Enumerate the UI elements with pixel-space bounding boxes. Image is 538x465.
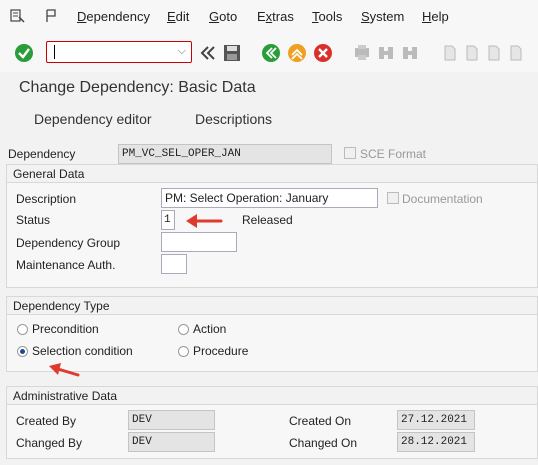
description-label: Description — [16, 192, 77, 206]
collapse-command-icon[interactable] — [198, 43, 218, 63]
precondition-radio[interactable] — [17, 324, 28, 335]
menu-dependency[interactable]: Dependency — [77, 9, 150, 24]
maintenance-auth-label: Maintenance Auth. — [16, 258, 116, 272]
status-label: Status — [16, 213, 51, 227]
selection-condition-radio[interactable] — [17, 346, 28, 357]
exit-icon[interactable] — [287, 43, 307, 63]
menu-bar: Dependency Edit Goto Extras Tools System… — [0, 0, 538, 34]
menu-extras[interactable]: Extras — [257, 9, 294, 24]
chevron-down-icon[interactable]: ⌵ — [178, 45, 186, 58]
next-page-icon — [488, 45, 500, 61]
dependency-field: PM_VC_SEL_OPER_JAN — [118, 144, 332, 164]
previous-page-icon — [466, 45, 478, 61]
title-bar: Change Dependency: Basic Data — [0, 72, 538, 102]
back-icon[interactable] — [261, 43, 281, 63]
general-data-group: General Data Description PM: Select Oper… — [6, 164, 538, 288]
dependency-type-title: Dependency Type — [7, 297, 537, 315]
descriptions-button[interactable]: Descriptions — [195, 111, 272, 127]
text-cursor — [54, 45, 55, 59]
documentation-checkbox — [387, 192, 399, 204]
menu-system[interactable]: System — [361, 9, 404, 24]
last-page-icon — [510, 45, 522, 61]
administrative-data-title: Administrative Data — [7, 387, 537, 405]
dependency-editor-button[interactable]: Dependency editor — [34, 111, 152, 127]
command-input[interactable] — [53, 43, 173, 61]
menu-goto[interactable]: Goto — [209, 9, 237, 24]
menu-tools[interactable]: Tools — [312, 9, 342, 24]
application-toolbar: Dependency editor Descriptions — [0, 102, 538, 136]
status-text: Released — [242, 213, 293, 227]
changed-on-label: Changed On — [289, 436, 358, 450]
selection-condition-label[interactable]: Selection condition — [32, 344, 133, 358]
find-next-icon — [403, 47, 417, 59]
dependency-type-group: Dependency Type Precondition Action Sele… — [6, 296, 538, 372]
changed-on-field: 28.12.2021 — [397, 432, 475, 452]
customize-layout-icon[interactable] — [10, 8, 26, 24]
find-icon — [379, 47, 393, 59]
sce-format-checkbox — [344, 147, 356, 159]
created-on-field: 27.12.2021 — [397, 410, 475, 430]
page-title: Change Dependency: Basic Data — [19, 79, 256, 96]
menu-edit[interactable]: Edit — [167, 9, 189, 24]
created-by-label: Created By — [16, 414, 77, 428]
command-field[interactable]: ⌵ — [46, 41, 192, 63]
procedure-radio[interactable] — [178, 346, 189, 357]
changed-by-field: DEV — [128, 432, 215, 452]
dependency-group-label: Dependency Group — [16, 236, 121, 250]
cancel-icon[interactable] — [313, 43, 333, 63]
dependency-group-field[interactable] — [161, 232, 237, 252]
maintenance-auth-field[interactable] — [161, 254, 187, 274]
dependency-label: Dependency — [8, 147, 76, 161]
general-data-title: General Data — [7, 165, 537, 183]
administrative-data-group: Administrative Data Created By DEV Creat… — [6, 386, 538, 459]
main-content: Dependency PM_VC_SEL_OPER_JAN SCE Format… — [0, 136, 538, 465]
action-label[interactable]: Action — [193, 322, 226, 336]
menu-help[interactable]: Help — [422, 9, 449, 24]
sce-format-label: SCE Format — [360, 147, 427, 161]
menu-toggle-icon[interactable] — [44, 8, 60, 24]
first-page-icon — [444, 45, 456, 61]
changed-by-label: Changed By — [16, 436, 83, 450]
created-on-label: Created On — [289, 414, 352, 428]
procedure-label[interactable]: Procedure — [193, 344, 248, 358]
status-field[interactable]: 1 — [161, 210, 175, 230]
save-icon[interactable] — [222, 43, 242, 63]
action-radio[interactable] — [178, 324, 189, 335]
created-by-field: DEV — [128, 410, 215, 430]
annotation-arrow-icon — [186, 214, 223, 228]
description-field[interactable]: PM: Select Operation: January — [161, 188, 378, 208]
precondition-label[interactable]: Precondition — [32, 322, 99, 336]
system-toolbar: ⌵ — [0, 34, 538, 72]
documentation-label: Documentation — [402, 192, 483, 206]
enter-icon[interactable] — [14, 43, 34, 63]
annotation-arrow-icon — [49, 363, 80, 377]
print-icon — [355, 45, 369, 60]
